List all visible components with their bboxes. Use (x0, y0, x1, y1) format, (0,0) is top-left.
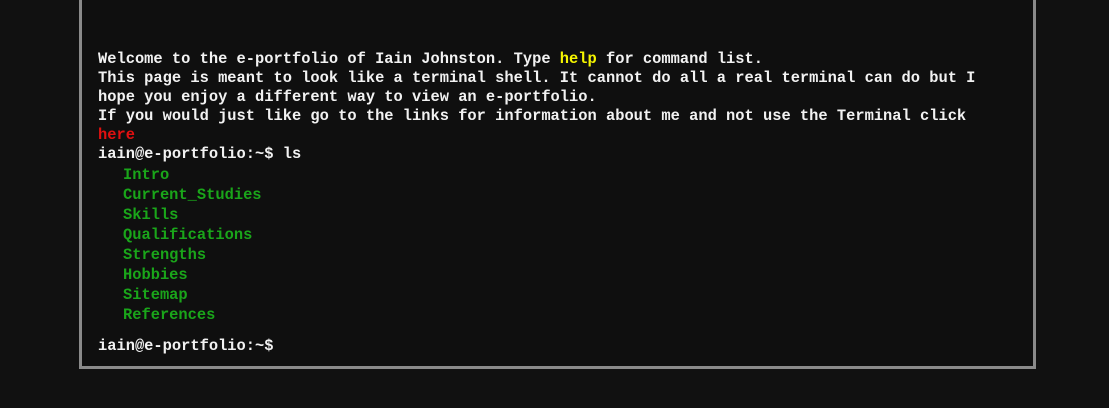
description-line: This page is meant to look like a termin… (98, 69, 976, 106)
dir-item-intro[interactable]: Intro (123, 165, 1018, 185)
welcome-suffix: for command list. (596, 50, 763, 68)
welcome-line: Welcome to the e-portfolio of Iain Johns… (98, 50, 1018, 69)
dir-item-skills[interactable]: Skills (123, 205, 1018, 225)
welcome-prefix: Welcome to the e-portfolio of Iain Johns… (98, 50, 560, 68)
links-hint-line: If you would just like go to the links f… (98, 107, 967, 125)
help-keyword: help (559, 50, 597, 68)
active-prompt-text: iain@e-portfolio:~$ (98, 337, 274, 355)
here-link[interactable]: here (98, 126, 1018, 145)
active-prompt-line: iain@e-portfolio:~$ (98, 337, 1018, 356)
command-text: ls (282, 145, 302, 163)
terminal-window: Welcome to the e-portfolio of Iain Johns… (79, 0, 1036, 369)
command-input[interactable] (277, 337, 878, 356)
directory-listing: Intro Current_Studies Skills Qualificati… (98, 165, 1018, 325)
dir-item-current-studies[interactable]: Current_Studies (123, 185, 1018, 205)
dir-item-qualifications[interactable]: Qualifications (123, 225, 1018, 245)
dir-item-sitemap[interactable]: Sitemap (123, 285, 1018, 305)
terminal-output: Welcome to the e-portfolio of Iain Johns… (98, 50, 1018, 356)
dir-item-hobbies[interactable]: Hobbies (123, 265, 1018, 285)
dir-item-references[interactable]: References (123, 305, 1018, 325)
command-history-line: iain@e-portfolio:~$ ls (98, 145, 1018, 164)
dir-item-strengths[interactable]: Strengths (123, 245, 1018, 265)
prompt-text: iain@e-portfolio:~$ (98, 145, 274, 163)
